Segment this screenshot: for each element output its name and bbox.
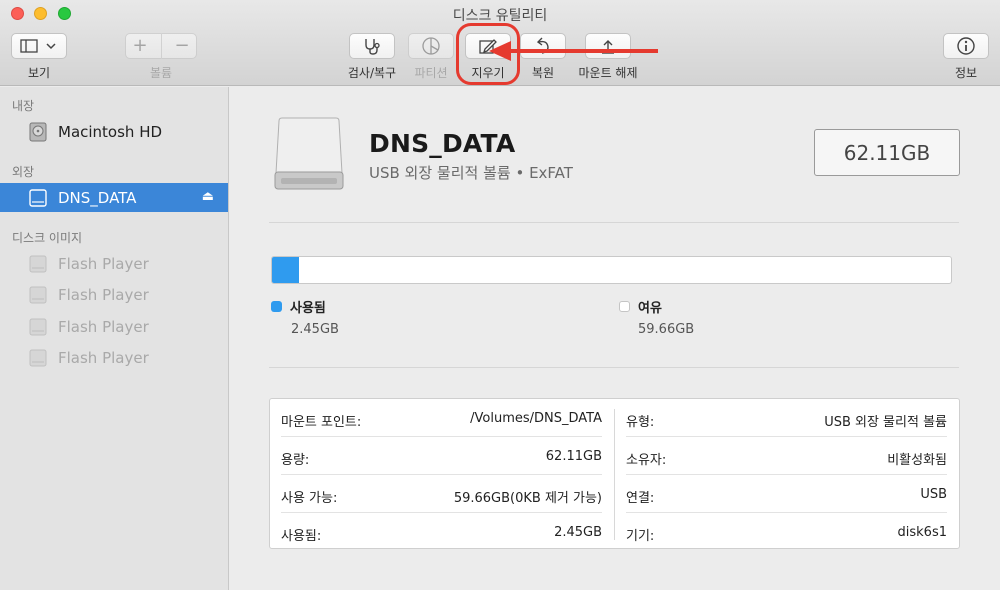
sidebar-view-icon (20, 39, 56, 53)
used-swatch (271, 301, 282, 312)
unmount-button[interactable] (585, 33, 631, 59)
add-volume-icon[interactable]: + (132, 37, 147, 55)
external-drive-icon (274, 117, 344, 190)
disk-image-icon (29, 348, 47, 368)
unmount-icon (602, 40, 614, 54)
info-row-type: 유형: USB 외장 물리적 볼륨 (615, 399, 959, 437)
view-label: 보기 (27, 66, 51, 80)
disk-image-icon (29, 285, 47, 305)
info-value: 59.66GB(0KB 제거 가능) (453, 491, 602, 506)
disk-name: DNS_DATA (369, 129, 516, 158)
disk-capacity: 62.11GB (814, 129, 960, 176)
sidebar-item-flash-player[interactable]: Flash Player (0, 280, 228, 309)
sidebar-item-label: Flash Player (58, 254, 149, 273)
restore-arrow-icon (536, 37, 549, 54)
info-icon (957, 37, 975, 55)
volume-label: 볼륨 (149, 66, 173, 80)
info-value: 62.11GB (545, 449, 602, 464)
legend-free-label: 여유 (638, 301, 662, 316)
window-title: 디스크 유틸리티 (452, 8, 548, 24)
info-row-available: 사용 가능: 59.66GB(0KB 제거 가능) (270, 475, 614, 513)
partition-button[interactable] (408, 33, 454, 59)
disk-utility-window: 디스크 유틸리티 보기 + − 볼륨 검사/복구 파티션 지우기 복원 마운트 … (0, 0, 1000, 590)
info-value: USB 외장 물리적 볼륨 (824, 415, 947, 430)
info-value: /Volumes/DNS_DATA (470, 411, 602, 426)
sidebar-item-macintosh-hd[interactable]: Macintosh HD (0, 117, 228, 146)
highlight-arrow-line (505, 49, 658, 53)
legend-free: 여유 (619, 297, 662, 316)
sidebar-item-label: DNS_DATA (58, 188, 137, 207)
restore-label: 복원 (531, 66, 555, 80)
partition-pie-icon (422, 37, 440, 55)
info-label: 정보 (954, 66, 978, 80)
info-value: 2.45GB (554, 525, 602, 540)
sidebar-section-external: 외장 (12, 165, 35, 179)
sidebar-item-dns-data[interactable]: DNS_DATA ⏏ (0, 183, 228, 212)
disk-image-icon (29, 317, 47, 337)
info-column-right: 유형: USB 외장 물리적 볼륨 소유자: 비활성화됨 연결: USB 기기:… (615, 399, 959, 550)
info-row-capacity: 용량: 62.11GB (270, 437, 614, 475)
sidebar-item-flash-player[interactable]: Flash Player (0, 312, 228, 341)
info-row-used: 사용됨: 2.45GB (270, 513, 614, 551)
main-panel: DNS_DATA USB 외장 물리적 볼륨 • ExFAT 62.11GB 사… (229, 87, 1000, 590)
divider (269, 367, 959, 368)
info-row-connection: 연결: USB (615, 475, 959, 513)
info-key: 사용됨: (281, 529, 322, 544)
sidebar-item-flash-player[interactable]: Flash Player (0, 249, 228, 278)
partition-label: 파티션 (414, 66, 448, 80)
info-button[interactable] (943, 33, 989, 59)
first-aid-label: 검사/복구 (347, 66, 397, 80)
info-key: 사용 가능: (281, 491, 338, 506)
sidebar-item-label: Macintosh HD (58, 122, 163, 141)
segment-divider (160, 33, 162, 59)
sidebar-item-label: Flash Player (58, 348, 149, 367)
restore-button[interactable] (520, 33, 566, 59)
sidebar-item-label: Flash Player (58, 285, 149, 304)
info-row-owners: 소유자: 비활성화됨 (615, 437, 959, 475)
info-key: 유형: (626, 415, 655, 430)
unmount-label: 마운트 해제 (578, 66, 638, 80)
disk-info-table: 마운트 포인트: /Volumes/DNS_DATA 용량: 62.11GB 사… (269, 398, 960, 549)
disk-description: USB 외장 물리적 볼륨 • ExFAT (369, 164, 573, 182)
usage-bar-used (272, 257, 300, 283)
sidebar-section-disk-images: 디스크 이미지 (12, 231, 83, 245)
sidebar-item-flash-player[interactable]: Flash Player (0, 343, 228, 372)
disk-image-icon (29, 254, 47, 274)
free-swatch (619, 301, 630, 312)
sidebar-section-internal: 내장 (12, 99, 35, 113)
info-value: USB (920, 487, 947, 502)
legend-used: 사용됨 (271, 297, 326, 316)
info-key: 용량: (281, 453, 310, 468)
view-button[interactable] (11, 33, 67, 59)
info-key: 소유자: (626, 453, 667, 468)
internal-disk-icon (29, 122, 47, 142)
divider (269, 222, 959, 223)
info-value: disk6s1 (897, 525, 947, 540)
info-row-device: 기기: disk6s1 (615, 513, 959, 551)
eject-icon[interactable]: ⏏ (202, 189, 214, 204)
free-value: 59.66GB (638, 322, 695, 337)
info-key: 연결: (626, 491, 655, 506)
first-aid-button[interactable] (349, 33, 395, 59)
info-key: 기기: (626, 529, 655, 544)
info-key: 마운트 포인트: (281, 415, 362, 430)
volume-segment[interactable]: + − (125, 33, 197, 59)
info-column-left: 마운트 포인트: /Volumes/DNS_DATA 용량: 62.11GB 사… (270, 399, 614, 550)
external-disk-icon (29, 188, 47, 208)
stethoscope-icon (365, 39, 380, 55)
remove-volume-icon[interactable]: − (174, 37, 189, 55)
info-row-mount-point: 마운트 포인트: /Volumes/DNS_DATA (270, 399, 614, 437)
legend-used-label: 사용됨 (290, 301, 326, 316)
info-value: 비활성화됨 (887, 453, 947, 468)
highlight-arrow-head (489, 41, 511, 61)
usage-bar (271, 256, 952, 284)
sidebar: 내장 Macintosh HD 외장 DNS_DATA ⏏ 디스크 이미지 Fl… (0, 87, 229, 590)
sidebar-item-label: Flash Player (58, 317, 149, 336)
used-value: 2.45GB (291, 322, 339, 337)
